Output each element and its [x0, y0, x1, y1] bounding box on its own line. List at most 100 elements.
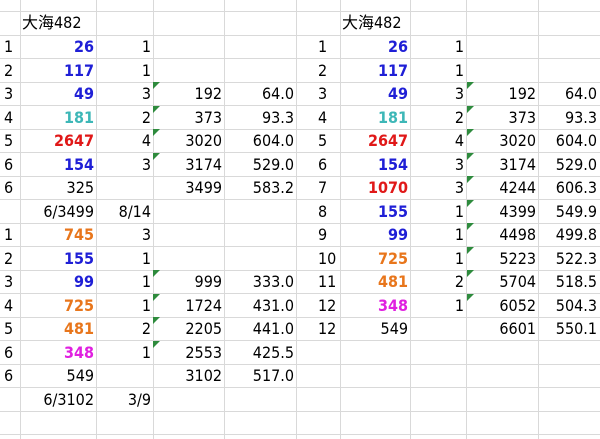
left-cell-count[interactable]: 8/14 — [98, 200, 151, 223]
right-cell-total[interactable]: 4399 — [468, 200, 536, 223]
left-cell-total[interactable] — [154, 388, 222, 411]
right-cell-index[interactable]: 1 — [318, 35, 340, 58]
left-cell-count[interactable]: 1 — [98, 247, 151, 270]
left-cell-index[interactable]: 2 — [4, 247, 20, 270]
right-cell-total[interactable] — [468, 35, 536, 58]
left-cell-average[interactable] — [226, 200, 294, 223]
left-cell-total[interactable]: 2205 — [154, 317, 222, 340]
right-cell-index[interactable]: 8 — [318, 200, 340, 223]
right-cell-average[interactable] — [540, 59, 597, 82]
right-cell-total[interactable]: 4244 — [468, 176, 536, 199]
right-title-cell[interactable]: 大海482 — [342, 11, 412, 34]
left-cell-index[interactable]: 2 — [4, 59, 20, 82]
left-cell-total[interactable]: 3499 — [154, 176, 222, 199]
right-cell-number[interactable]: 549 — [342, 317, 408, 340]
right-cell-average[interactable]: 64.0 — [540, 82, 597, 105]
right-cell-count[interactable]: 1 — [412, 247, 464, 270]
right-cell-index[interactable]: 7 — [318, 176, 340, 199]
left-cell-number[interactable]: 155 — [22, 247, 94, 270]
right-cell-total[interactable]: 3020 — [468, 129, 536, 152]
left-cell-number[interactable]: 325 — [22, 176, 94, 199]
left-cell-number[interactable]: 99 — [22, 270, 94, 293]
left-title-cell[interactable]: 大海482 — [22, 11, 92, 34]
right-cell-total[interactable]: 3174 — [468, 153, 536, 176]
right-cell-index[interactable]: 5 — [318, 129, 340, 152]
left-cell-average[interactable] — [226, 35, 294, 58]
right-cell-count[interactable]: 1 — [412, 294, 464, 317]
left-cell-count[interactable]: 4 — [98, 129, 151, 152]
left-cell-average[interactable]: 333.0 — [226, 270, 294, 293]
left-cell-index[interactable]: 1 — [4, 223, 20, 246]
left-cell-count[interactable]: 1 — [98, 294, 151, 317]
right-cell-index[interactable]: 2 — [318, 59, 340, 82]
right-cell-count[interactable]: 1 — [412, 35, 464, 58]
left-cell-average[interactable] — [226, 223, 294, 246]
right-cell-number[interactable]: 481 — [342, 270, 408, 293]
right-cell-total[interactable]: 5223 — [468, 247, 536, 270]
left-cell-average[interactable]: 441.0 — [226, 317, 294, 340]
left-cell-total[interactable]: 373 — [154, 106, 222, 129]
left-cell-count[interactable]: 1 — [98, 59, 151, 82]
right-cell-total[interactable]: 373 — [468, 106, 536, 129]
left-cell-average[interactable]: 431.0 — [226, 294, 294, 317]
right-cell-count[interactable]: 2 — [412, 106, 464, 129]
left-cell-index[interactable] — [4, 200, 20, 223]
right-cell-average[interactable]: 606.3 — [540, 176, 597, 199]
left-cell-average[interactable]: 529.0 — [226, 153, 294, 176]
left-cell-number[interactable]: 2647 — [22, 129, 94, 152]
left-cell-index[interactable]: 3 — [4, 82, 20, 105]
right-cell-count[interactable]: 2 — [412, 270, 464, 293]
right-cell-count[interactable]: 1 — [412, 200, 464, 223]
left-cell-count[interactable]: 3 — [98, 223, 151, 246]
right-cell-index[interactable]: 9 — [318, 223, 340, 246]
right-cell-average[interactable]: 549.9 — [540, 200, 597, 223]
left-cell-number[interactable]: 549 — [22, 364, 94, 387]
right-cell-average[interactable]: 604.0 — [540, 129, 597, 152]
right-cell-count[interactable]: 3 — [412, 176, 464, 199]
right-cell-index[interactable]: 4 — [318, 106, 340, 129]
right-cell-index[interactable]: 3 — [318, 82, 340, 105]
right-cell-count[interactable]: 1 — [412, 223, 464, 246]
right-cell-average[interactable]: 522.3 — [540, 247, 597, 270]
right-cell-index[interactable]: 12 — [318, 317, 340, 340]
left-cell-total[interactable] — [154, 223, 222, 246]
left-cell-count[interactable]: 3/9 — [98, 388, 151, 411]
left-cell-count[interactable] — [98, 364, 151, 387]
left-cell-index[interactable]: 1 — [4, 35, 20, 58]
left-cell-total[interactable] — [154, 200, 222, 223]
left-cell-count[interactable]: 1 — [98, 270, 151, 293]
left-cell-number[interactable]: 26 — [22, 35, 94, 58]
left-cell-average[interactable]: 425.5 — [226, 341, 294, 364]
left-cell-index[interactable]: 6 — [4, 176, 20, 199]
left-cell-average[interactable]: 583.2 — [226, 176, 294, 199]
right-cell-index[interactable]: 11 — [318, 270, 340, 293]
right-cell-total[interactable]: 192 — [468, 82, 536, 105]
right-cell-average[interactable]: 518.5 — [540, 270, 597, 293]
right-cell-count[interactable] — [412, 317, 464, 340]
right-cell-average[interactable]: 529.0 — [540, 153, 597, 176]
left-cell-number[interactable]: 6/3499 — [22, 200, 94, 223]
left-cell-number[interactable]: 481 — [22, 317, 94, 340]
left-cell-index[interactable]: 6 — [4, 341, 20, 364]
right-cell-average[interactable]: 550.1 — [540, 317, 597, 340]
right-cell-index[interactable]: 6 — [318, 153, 340, 176]
left-cell-number[interactable]: 181 — [22, 106, 94, 129]
left-cell-total[interactable]: 2553 — [154, 341, 222, 364]
right-cell-total[interactable]: 5704 — [468, 270, 536, 293]
left-cell-count[interactable]: 2 — [98, 317, 151, 340]
right-cell-number[interactable]: 725 — [342, 247, 408, 270]
left-cell-index[interactable]: 4 — [4, 106, 20, 129]
left-cell-total[interactable] — [154, 247, 222, 270]
left-cell-number[interactable]: 348 — [22, 341, 94, 364]
right-cell-number[interactable]: 117 — [342, 59, 408, 82]
left-cell-number[interactable]: 745 — [22, 223, 94, 246]
left-cell-count[interactable]: 1 — [98, 35, 151, 58]
left-cell-average[interactable] — [226, 247, 294, 270]
left-cell-count[interactable] — [98, 176, 151, 199]
right-cell-total[interactable]: 4498 — [468, 223, 536, 246]
right-cell-total[interactable]: 6601 — [468, 317, 536, 340]
left-cell-count[interactable]: 3 — [98, 82, 151, 105]
spreadsheet-grid[interactable]: 大海482 1 26 1 2 117 1 3 49 3 192 64.0 4 181 2 373 93.3 5 26… — [0, 0, 600, 439]
left-cell-index[interactable]: 6 — [4, 364, 20, 387]
right-cell-number[interactable]: 99 — [342, 223, 408, 246]
